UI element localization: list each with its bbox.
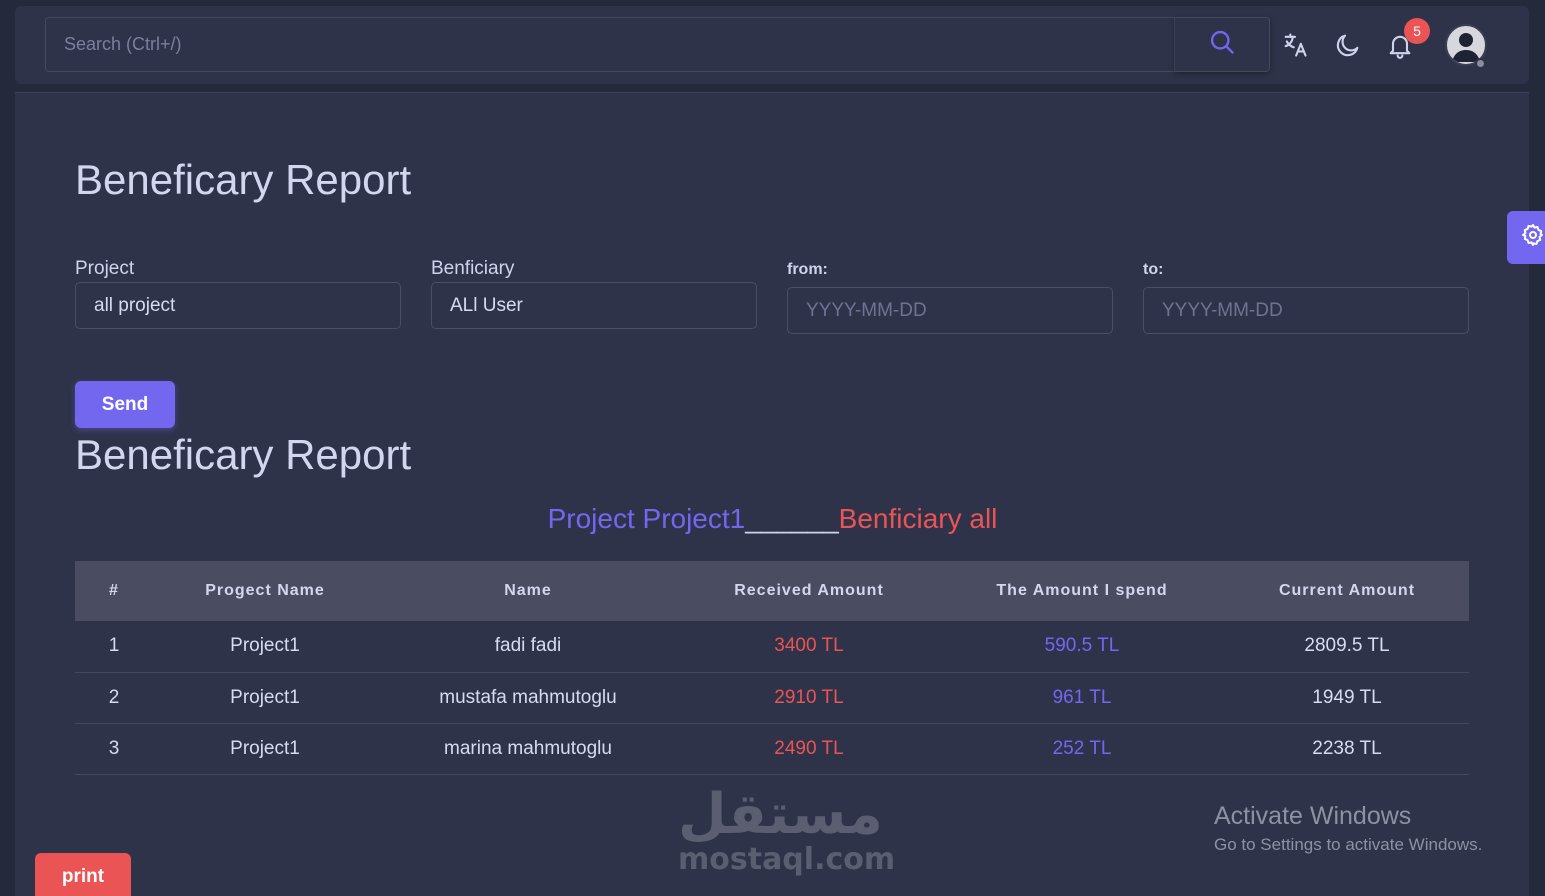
cell-name: mustafa mahmutoglu: [439, 686, 617, 708]
page-title: Beneficary Report: [75, 156, 412, 203]
col-header-num: #: [109, 582, 119, 599]
table-header-row: # Progect Name Name Received Amount The …: [75, 561, 1469, 621]
col-header-spent: The Amount I spend: [996, 582, 1168, 599]
to-label: to:: [1143, 261, 1164, 278]
col-header-project-name: Progect Name: [205, 582, 325, 599]
gear-icon: [1521, 223, 1545, 252]
report-title: Beneficary Report: [75, 431, 412, 478]
search-icon: [1208, 28, 1236, 61]
top-navbar: 5: [15, 6, 1529, 84]
mostaql-watermark: مستقل mostaql.com: [678, 782, 896, 880]
table-row: 1 Project1 fadi fadi 3400 TL 590.5 TL 28…: [75, 621, 1469, 672]
cell-num: 1: [108, 635, 120, 657]
customizer-button[interactable]: [1507, 211, 1545, 264]
print-button[interactable]: print: [35, 853, 131, 896]
from-date-input[interactable]: YYYY-MM-DD: [787, 287, 1113, 334]
from-label: from:: [787, 261, 828, 278]
search-button[interactable]: [1175, 17, 1270, 72]
col-header-received: Received Amount: [734, 582, 884, 599]
cell-project: Project1: [230, 686, 300, 708]
cell-spent: 590.5 TL: [1044, 635, 1120, 657]
cell-project: Project1: [230, 737, 300, 759]
subtitle-beneficiary: Benficiary all: [838, 503, 998, 534]
activate-windows-notice: Activate Windows Go to Settings to activ…: [1214, 802, 1482, 855]
cell-received: 2910 TL: [774, 686, 844, 708]
cell-spent: 252 TL: [1052, 737, 1112, 759]
cell-received: 3400 TL: [774, 635, 844, 657]
project-label: Project: [75, 258, 135, 279]
watermark-arabic: مستقل: [678, 782, 883, 847]
beneficiary-label: Benficiary: [431, 258, 515, 279]
col-header-current: Current Amount: [1278, 582, 1416, 599]
cell-current: 1949 TL: [1312, 686, 1382, 708]
subtitle-project: Project Project1: [547, 503, 746, 534]
subtitle-separator: ______: [745, 503, 839, 534]
col-header-name: Name: [504, 582, 552, 599]
to-date-input[interactable]: YYYY-MM-DD: [1143, 287, 1469, 334]
translate-icon[interactable]: [1278, 28, 1312, 62]
cell-project: Project1: [230, 635, 300, 657]
report-table: # Progect Name Name Received Amount The …: [75, 561, 1469, 775]
table-row: 3 Project1 marina mahmutoglu 2490 TL 252…: [75, 723, 1469, 774]
cell-name: fadi fadi: [494, 635, 562, 657]
beneficiary-select[interactable]: ALl User: [431, 282, 757, 329]
cell-received: 2490 TL: [774, 737, 844, 759]
project-select[interactable]: all project: [75, 282, 401, 329]
cell-current: 2238 TL: [1312, 737, 1382, 759]
cell-name: marina mahmutoglu: [444, 737, 612, 759]
send-button[interactable]: Send: [75, 381, 175, 428]
main-content: [15, 92, 1529, 896]
activate-subtitle: Go to Settings to activate Windows.: [1214, 835, 1483, 854]
notification-badge: 5: [1404, 18, 1430, 44]
status-dot: [1475, 58, 1486, 69]
cell-current: 2809.5 TL: [1304, 635, 1390, 657]
watermark-latin: mostaql.com: [678, 842, 896, 877]
search-bar: [45, 17, 1270, 72]
cell-spent: 961 TL: [1052, 686, 1112, 708]
table-row: 2 Project1 mustafa mahmutoglu 2910 TL 96…: [75, 672, 1469, 723]
moon-icon[interactable]: [1331, 28, 1365, 62]
activate-title: Activate Windows: [1214, 802, 1412, 830]
search-input[interactable]: [45, 17, 1175, 72]
cell-num: 2: [108, 686, 120, 708]
report-subtitle: Project Project1______Benficiary all: [0, 503, 1545, 535]
cell-num: 3: [108, 737, 120, 759]
